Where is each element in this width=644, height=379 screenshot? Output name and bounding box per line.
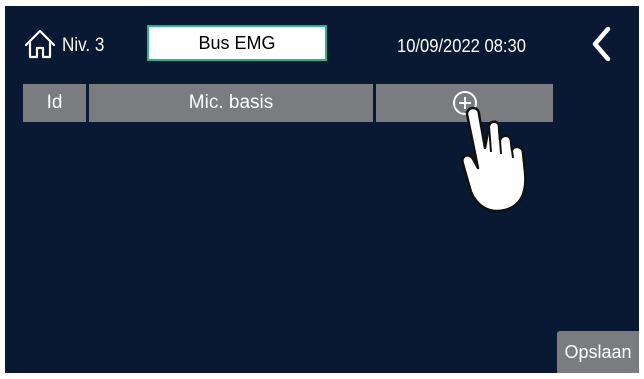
access-level-label: Niv. 3 [62, 35, 105, 56]
bus-selector[interactable]: Bus EMG [147, 25, 327, 61]
device-screen: Niv. 3 Bus EMG 10/09/2022 08:30 Id Mic. … [5, 6, 639, 373]
hand-pointer-icon [461, 106, 527, 213]
save-button[interactable]: Opslaan [557, 331, 639, 373]
home-icon [24, 29, 56, 59]
column-header-id: Id [23, 84, 86, 122]
date-time-display: 10/09/2022 08:30 [397, 36, 526, 56]
column-header-mic-basis: Mic. basis [89, 84, 373, 122]
chevron-left-icon [592, 26, 611, 62]
home-button[interactable] [23, 28, 57, 60]
back-button[interactable] [588, 24, 616, 64]
